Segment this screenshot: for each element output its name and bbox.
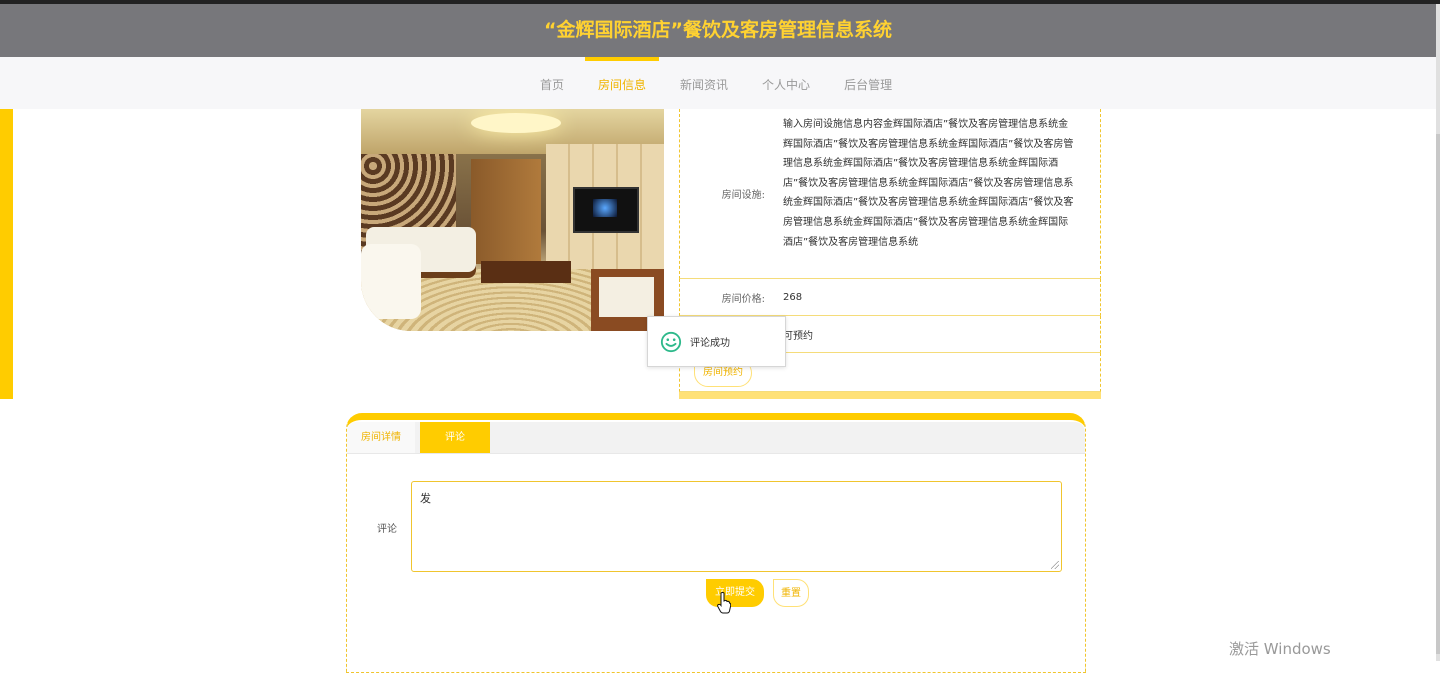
hand-pointer-icon [717,592,731,614]
price-row: 房间价格: 268 [679,279,1101,316]
facilities-row: 房间设施: 输入房间设施信息内容金辉国际酒店”餐饮及客房管理信息系统金辉国际酒店… [679,109,1101,279]
detail-panel: 房间详情 评论 评论 发 立即提交 重置 [346,413,1086,673]
tab-bar: 房间详情 评论 [347,422,1085,454]
windows-activation-watermark: 激活 Windows [1229,640,1331,658]
facilities-value: 输入房间设施信息内容金辉国际酒店”餐饮及客房管理信息系统金辉国际酒店”餐饮及客房… [783,119,1074,248]
reset-button[interactable]: 重置 [773,579,809,607]
success-toast: 评论成功 [647,316,786,367]
room-photo [361,109,664,331]
left-accent-bar [0,109,13,399]
scrollbar-thumb[interactable] [1436,134,1440,654]
nav-home[interactable]: 首页 [527,57,577,109]
submit-button[interactable]: 立即提交 [706,579,764,607]
facilities-label: 房间设施: [721,190,765,201]
toast-text: 评论成功 [690,338,730,349]
resize-grip-icon[interactable] [1051,561,1059,569]
price-value: 268 [783,291,803,303]
comment-textarea[interactable]: 发 [411,481,1062,572]
page-scrollbar[interactable] [1436,4,1440,661]
tab-comments[interactable]: 评论 [420,422,490,453]
site-header: “金辉国际酒店”餐饮及客房管理信息系统 [0,4,1436,57]
tab-room-details[interactable]: 房间详情 [347,422,415,453]
comment-text: 发 [420,492,431,505]
nav-admin[interactable]: 后台管理 [831,57,905,109]
price-label: 房间价格: [721,293,765,305]
main-nav: 首页 房间信息 新闻资讯 个人中心 后台管理 [0,57,1436,109]
comment-label: 评论 [377,524,397,535]
nav-personal-center[interactable]: 个人中心 [749,57,823,109]
status-value: 可预约 [783,330,813,342]
site-title: “金辉国际酒店”餐饮及客房管理信息系统 [544,19,892,41]
nav-room-info[interactable]: 房间信息 [585,57,660,109]
smile-icon [660,331,682,352]
info-bottom-bar [679,392,1101,399]
nav-news[interactable]: 新闻资讯 [667,57,741,109]
